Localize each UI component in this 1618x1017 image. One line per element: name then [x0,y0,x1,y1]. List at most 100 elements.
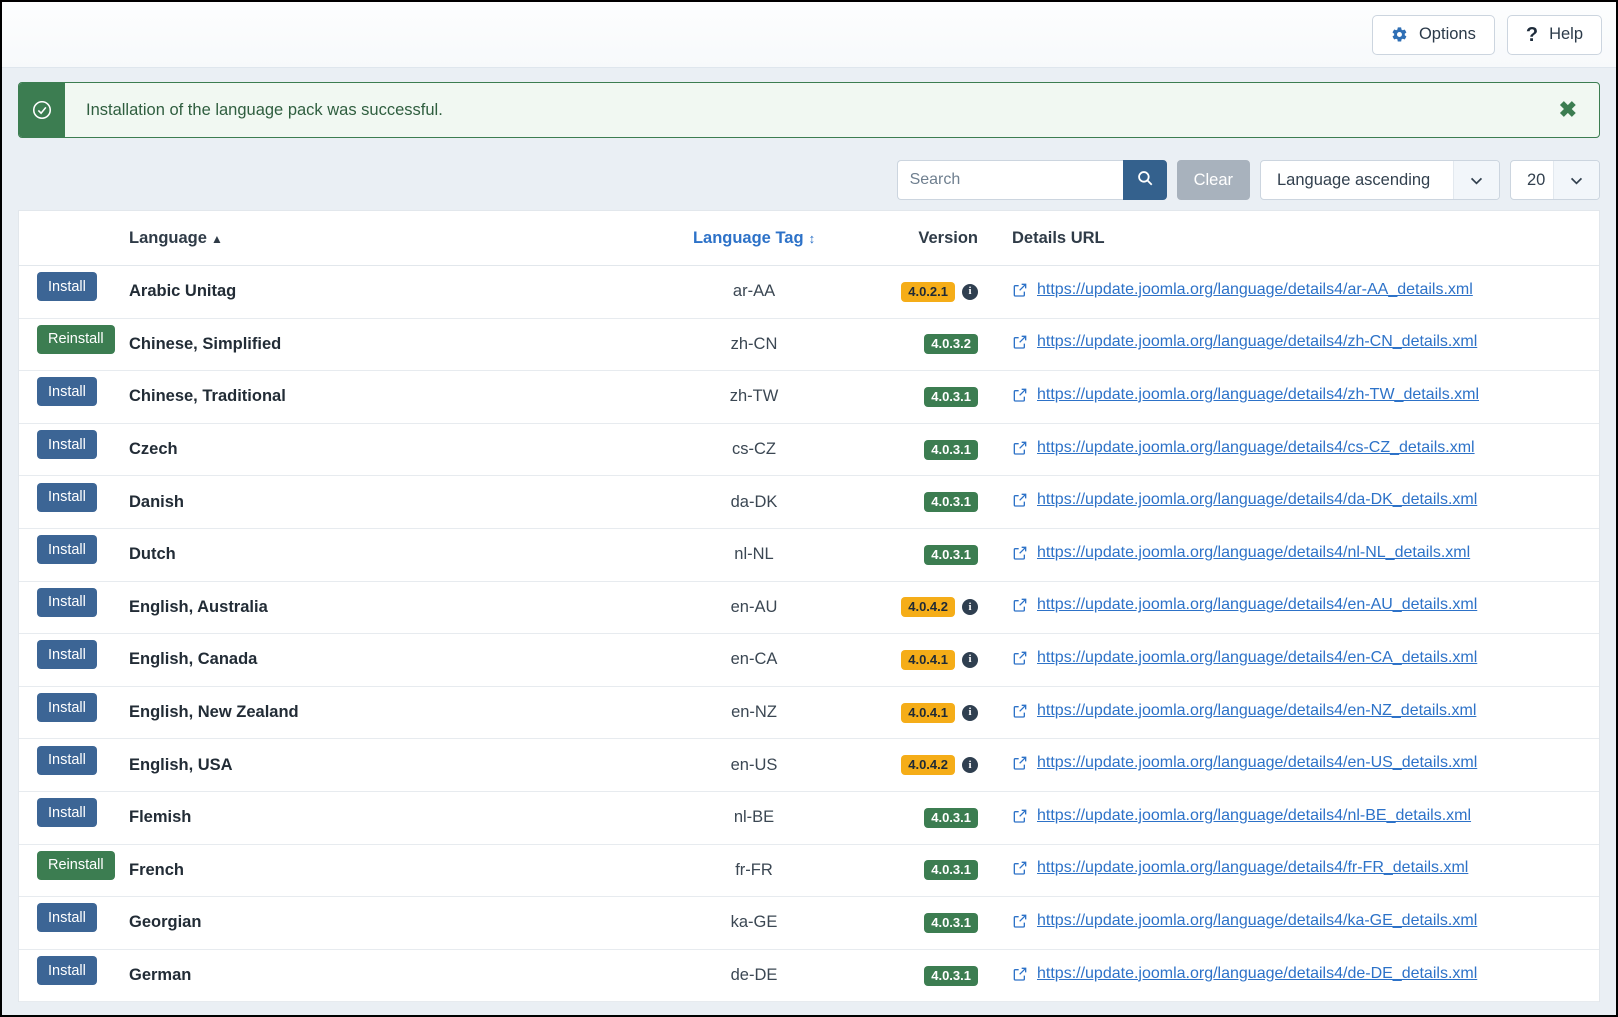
details-url-link[interactable]: https://update.joomla.org/language/detai… [1037,333,1477,351]
details-url-cell: https://update.joomla.org/language/detai… [984,949,1599,1002]
action-cell: Install [19,476,129,529]
details-url-cell: https://update.joomla.org/language/detai… [984,739,1599,792]
version-badge: 4.0.4.1 [901,649,955,670]
language-name-cell: Georgian [129,913,202,932]
details-url-link[interactable]: https://update.joomla.org/language/detai… [1037,702,1476,720]
reinstall-button[interactable]: Reinstall [37,324,115,354]
version-badge: 4.0.4.1 [901,702,955,723]
external-link-icon [1012,650,1028,666]
help-button[interactable]: ? Help [1506,14,1602,55]
details-url-cell: https://update.joomla.org/language/detai… [984,634,1599,687]
details-url-link[interactable]: https://update.joomla.org/language/detai… [1037,544,1470,562]
language-name-cell: Arabic Unitag [129,282,237,301]
search-button[interactable] [1122,160,1167,200]
install-button[interactable]: Install [37,272,97,302]
search-input[interactable] [896,160,1123,200]
info-icon[interactable]: i [962,704,978,721]
details-url-link[interactable]: https://update.joomla.org/language/detai… [1037,859,1468,877]
language-name-cell: Czech [129,440,178,459]
language-name-cell: Danish [129,492,185,511]
install-button[interactable]: Install [37,535,97,565]
info-icon[interactable]: i [962,651,978,668]
filter-bar: Clear Language ascending 20 [2,138,1616,210]
table-row: Reinstall Chinese, Simplified zh-CN 4.0.3.2… [19,318,1599,371]
table-body: Install Arabic Unitag ar-AA 4.0.2.1 i https:/… [19,266,1599,1002]
table-row: Install Georgian ka-GE 4.0.3.1 https://updat… [19,897,1599,950]
details-url-link[interactable]: https://update.joomla.org/language/detai… [1037,754,1477,772]
details-url-link[interactable]: https://update.joomla.org/language/detai… [1037,491,1477,509]
install-button[interactable]: Install [37,798,97,828]
column-header-language[interactable]: Language ▲ [129,211,639,266]
install-button[interactable]: Install [37,903,97,933]
info-icon[interactable]: i [962,757,978,774]
details-url-link[interactable]: https://update.joomla.org/language/detai… [1037,912,1477,930]
languages-table: Language ▲ Language Tag ↕ Version Details … [19,211,1599,1002]
clear-button[interactable]: Clear [1176,160,1250,200]
chevron-down-icon [1553,161,1599,199]
version-cell: 4.0.3.1 [869,897,984,950]
language-tag-cell: zh-TW [729,387,779,406]
top-toolbar: Options ? Help [2,2,1616,68]
external-link-icon [1012,860,1028,876]
details-url-cell: https://update.joomla.org/language/detai… [984,686,1599,739]
details-url-group: https://update.joomla.org/language/detai… [1012,912,1477,930]
details-url-group: https://update.joomla.org/language/detai… [1012,807,1471,825]
action-cell: Install [19,686,129,739]
chevron-down-icon [1453,161,1499,199]
version-badge: 4.0.3.1 [924,544,978,565]
language-name-cell: English, New Zealand [129,703,299,722]
language-name-cell: English, Canada [129,650,258,669]
details-url-link[interactable]: https://update.joomla.org/language/detai… [1037,649,1477,667]
list-limit-value: 20 [1527,170,1546,189]
list-limit-select[interactable]: 20 [1510,160,1600,200]
details-url-link[interactable]: https://update.joomla.org/language/detai… [1037,439,1475,457]
info-icon[interactable]: i [962,599,978,616]
language-name-cell: Chinese, Simplified [129,334,282,353]
action-cell: Install [19,634,129,687]
details-url-link[interactable]: https://update.joomla.org/language/detai… [1037,965,1477,983]
external-link-icon [1012,282,1028,298]
details-url-group: https://update.joomla.org/language/detai… [1012,491,1477,509]
version-cell: 4.0.3.2 [869,318,984,371]
external-link-icon [1012,334,1028,350]
version-cell: 4.0.3.1 [869,844,984,897]
sort-select[interactable]: Language ascending [1260,160,1500,200]
details-url-cell: https://update.joomla.org/language/detai… [984,581,1599,634]
sort-unsorted-icon: ↕ [808,231,816,246]
search-icon [1136,169,1154,192]
details-url-link[interactable]: https://update.joomla.org/language/detai… [1037,386,1479,404]
install-button[interactable]: Install [37,956,97,986]
details-url-link[interactable]: https://update.joomla.org/language/detai… [1037,596,1477,614]
action-cell: Install [19,791,129,844]
version-cell: 4.0.4.2 i [869,581,984,634]
details-url-cell: https://update.joomla.org/language/detai… [984,266,1599,319]
details-url-group: https://update.joomla.org/language/detai… [1012,596,1477,614]
language-tag-cell: ka-GE [730,913,778,932]
install-button[interactable]: Install [37,430,97,460]
language-tag-cell: zh-CN [730,334,778,353]
language-name-cell: English, Australia [129,597,268,616]
options-button[interactable]: Options [1371,14,1495,55]
column-header-language-tag[interactable]: Language Tag ↕ [639,211,869,266]
details-url-cell: https://update.joomla.org/language/detai… [984,476,1599,529]
languages-table-container: Language ▲ Language Tag ↕ Version Details … [18,210,1600,1003]
details-url-cell: https://update.joomla.org/language/detai… [984,791,1599,844]
close-icon[interactable]: ✖ [1549,83,1599,137]
info-icon[interactable]: i [962,283,978,300]
action-cell: Install [19,949,129,1002]
install-button[interactable]: Install [37,693,97,723]
details-url-link[interactable]: https://update.joomla.org/language/detai… [1037,281,1473,299]
reinstall-button[interactable]: Reinstall [37,850,115,880]
install-button[interactable]: Install [37,587,97,617]
external-link-icon [1012,492,1028,508]
install-button[interactable]: Install [37,482,97,512]
action-cell: Install [19,897,129,950]
gear-icon [1391,26,1408,43]
language-name-cell: French [129,860,185,879]
language-tag-cell: en-US [730,755,778,774]
install-button[interactable]: Install [37,745,97,775]
details-url-link[interactable]: https://update.joomla.org/language/detai… [1037,807,1471,825]
install-button[interactable]: Install [37,377,97,407]
install-button[interactable]: Install [37,640,97,670]
language-name-cell: Chinese, Traditional [129,387,286,406]
